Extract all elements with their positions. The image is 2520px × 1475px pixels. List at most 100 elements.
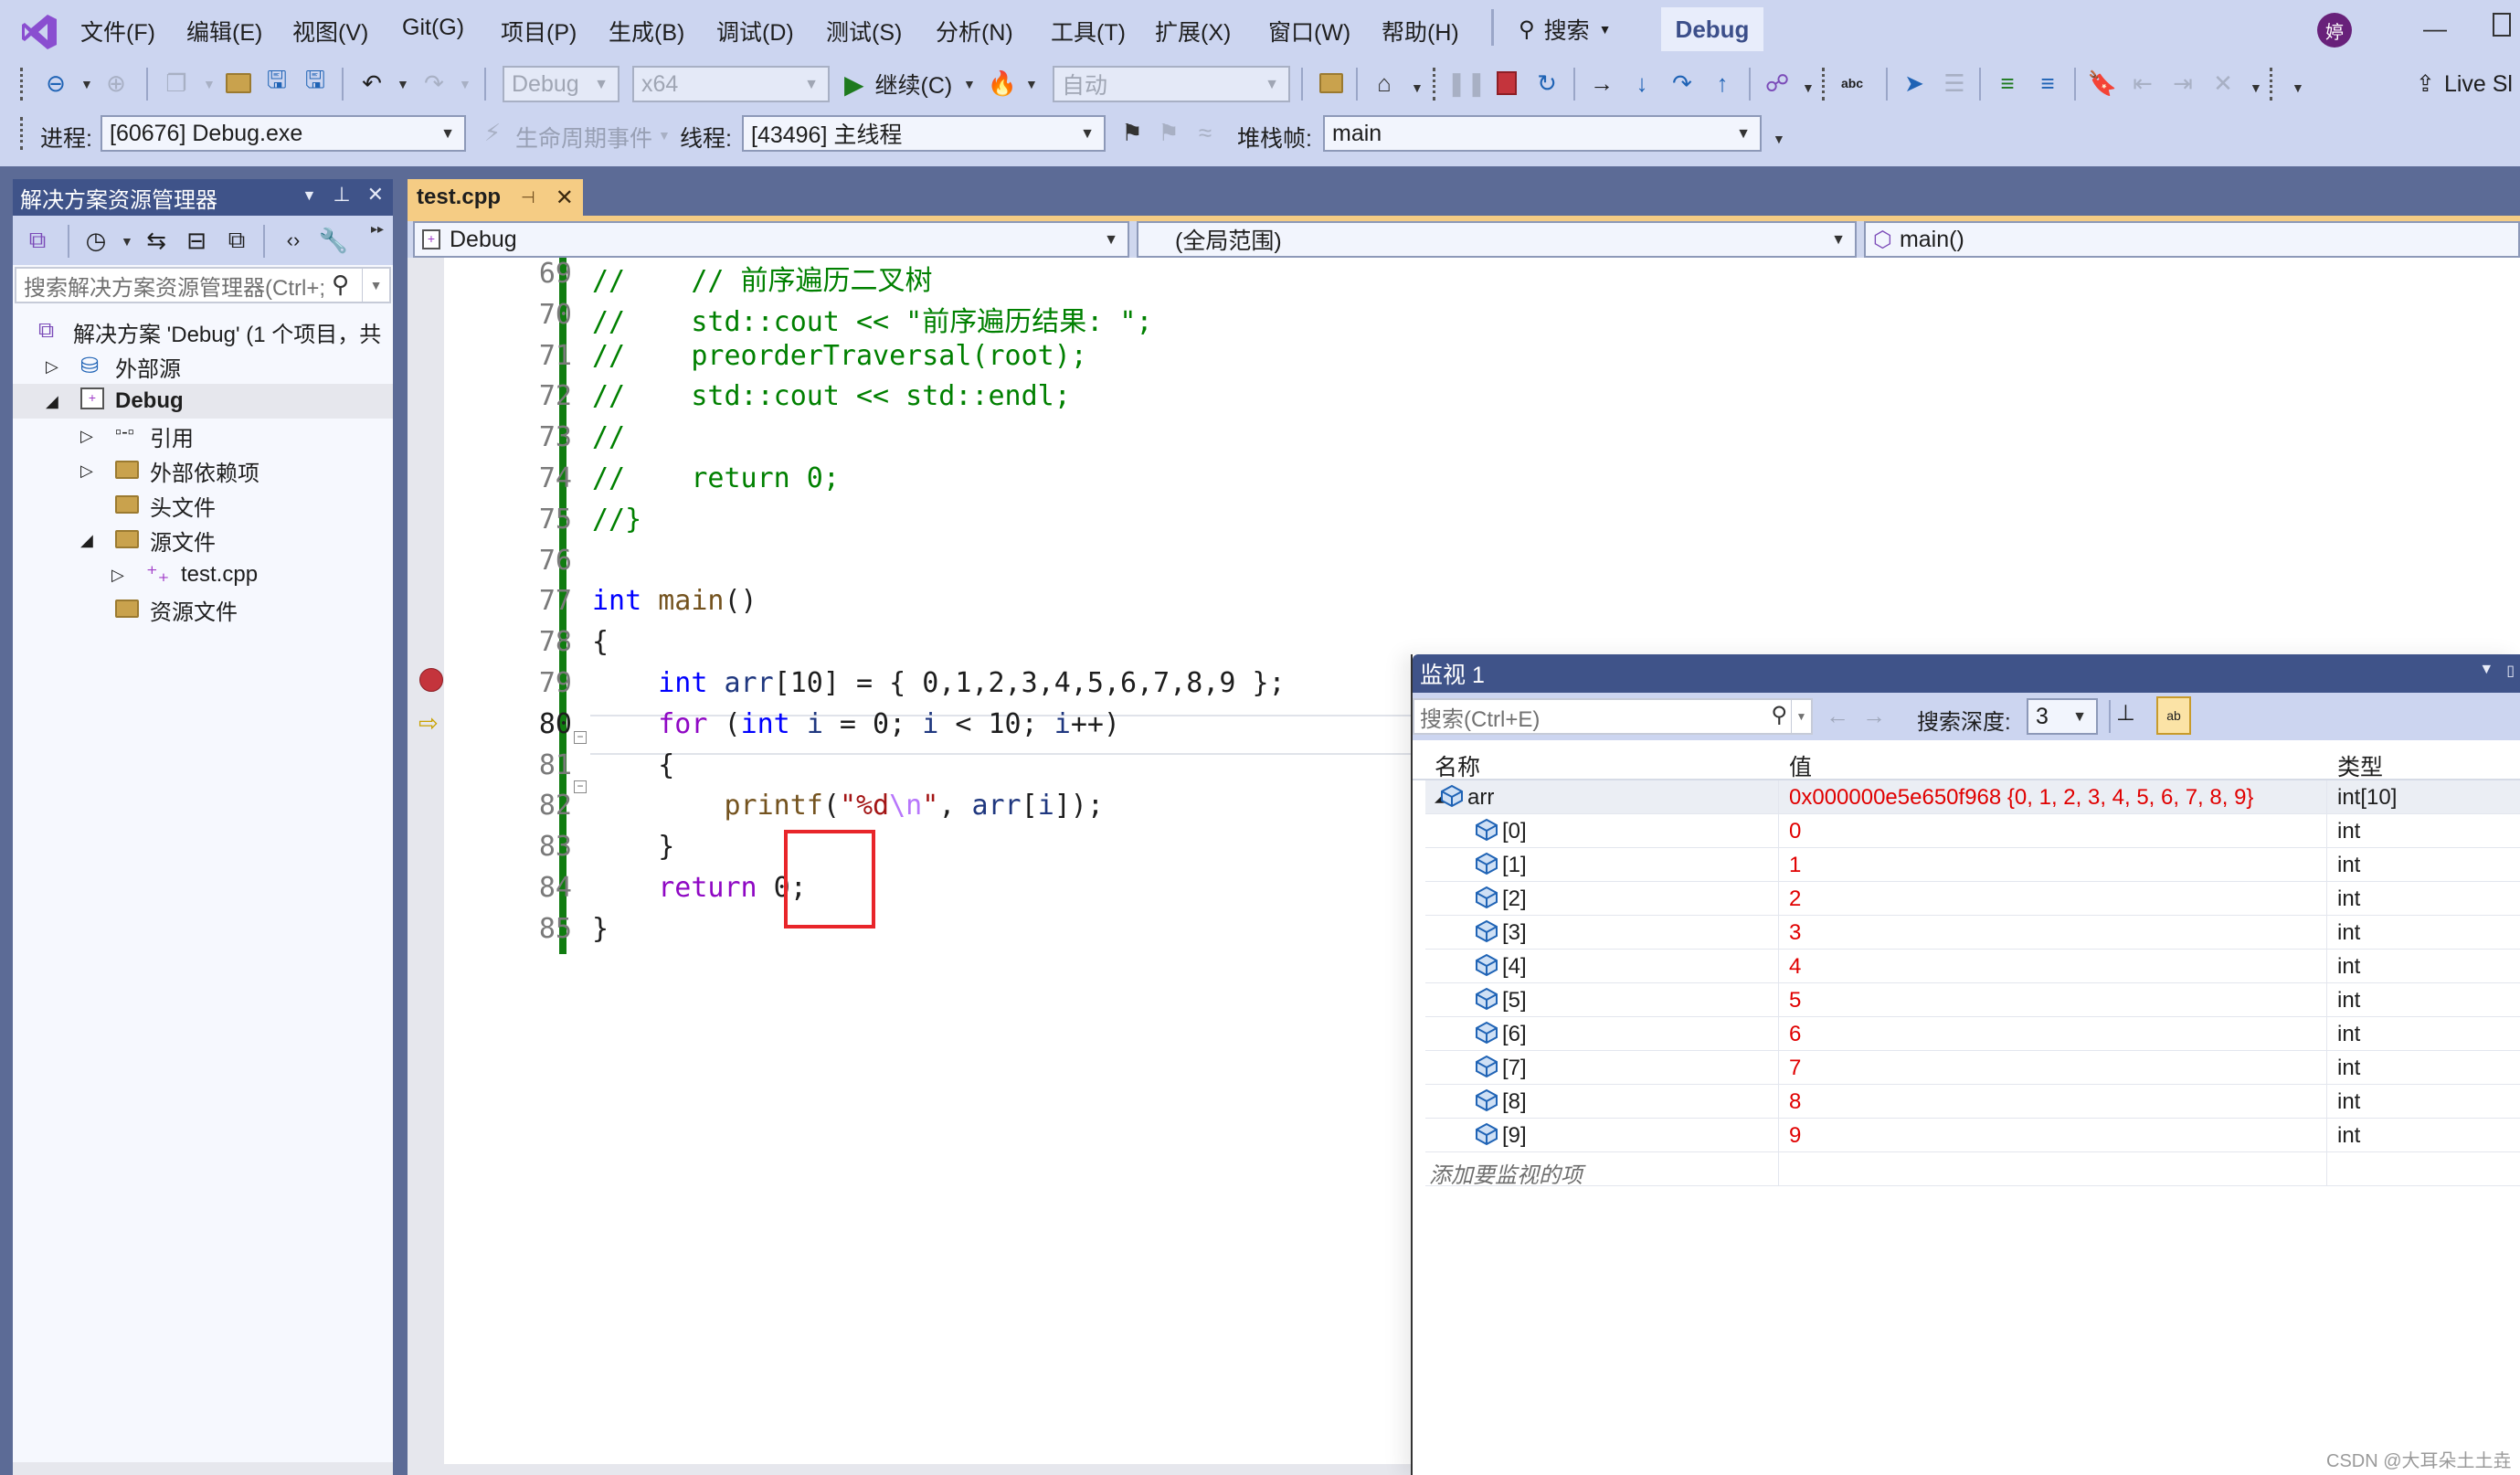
expand-arrow-icon[interactable]: ▷ bbox=[80, 462, 93, 481]
toolbar-grip[interactable] bbox=[1822, 68, 1826, 101]
watch-value[interactable]: 3 bbox=[1789, 920, 1801, 946]
previous-result-icon[interactable]: ← bbox=[1826, 702, 1862, 729]
show-all-files-icon[interactable]: ⧉ bbox=[221, 225, 252, 256]
column-header-type[interactable]: 类型 bbox=[2337, 749, 2383, 782]
toolbar-grip[interactable] bbox=[20, 117, 24, 150]
properties-wrench-icon[interactable]: 🔧 bbox=[318, 225, 349, 256]
chevron-down-icon[interactable]: ▼ bbox=[121, 234, 133, 249]
close-tab-icon[interactable]: ✕ bbox=[556, 185, 574, 211]
watch-row[interactable]: [8] 8 int bbox=[1425, 1085, 2520, 1119]
platform-select[interactable]: x64 ▼ bbox=[632, 66, 830, 102]
switch-views-icon[interactable]: ⧉ bbox=[22, 225, 53, 256]
collapse-arrow-icon[interactable]: ◢ bbox=[46, 392, 58, 411]
code-line[interactable]: for (int i = 0; i < 10; i++) bbox=[592, 708, 1120, 740]
flag-all-threads-icon[interactable]: ⚑ bbox=[1153, 117, 1184, 148]
watch-value[interactable]: 0x000000e5e650f968 {0, 1, 2, 3, 4, 5, 6,… bbox=[1789, 785, 2253, 811]
view-code-icon[interactable]: ‹› bbox=[278, 225, 309, 256]
step-into-icon[interactable]: ↓ bbox=[1626, 68, 1657, 99]
code-line[interactable]: int arr[10] = { 0,1,2,3,4,5,6,7,8,9 }; bbox=[592, 667, 1285, 699]
window-menu-icon[interactable]: ▼ bbox=[302, 183, 317, 207]
watch-row[interactable]: [4] 4 int bbox=[1425, 950, 2520, 983]
minimize-button[interactable]: — bbox=[2423, 15, 2447, 43]
flag-thread-icon[interactable]: ⚑ bbox=[1117, 117, 1148, 148]
watch-row[interactable]: [1] 1 int bbox=[1425, 848, 2520, 882]
window-menu-icon[interactable]: ▼ bbox=[2479, 662, 2494, 680]
chevron-down-icon[interactable]: ▼ bbox=[658, 128, 671, 143]
new-project-icon[interactable]: ❐ bbox=[161, 68, 192, 99]
watch-value[interactable]: 2 bbox=[1789, 886, 1801, 912]
tree-item[interactable]: ◢ + Debug bbox=[13, 384, 393, 419]
next-bookmark-icon[interactable]: ⇥ bbox=[2167, 68, 2198, 99]
previous-bookmark-icon[interactable]: ⇤ bbox=[2127, 68, 2158, 99]
chevron-down-icon[interactable]: ▼ bbox=[1025, 77, 1038, 91]
step-over-icon[interactable]: ↷ bbox=[1667, 68, 1698, 99]
pause-icon[interactable]: ❚❚ bbox=[1446, 68, 1487, 99]
execution-pointer-arrow-icon[interactable]: ⇨ bbox=[418, 709, 439, 738]
code-line[interactable]: } bbox=[592, 913, 609, 945]
show-threads-icon[interactable]: ⌂ bbox=[1369, 68, 1400, 99]
pending-changes-filter-icon[interactable]: ◷ bbox=[80, 225, 111, 256]
chevron-down-icon[interactable]: ▼ bbox=[1802, 80, 1815, 95]
menu-item[interactable]: 调试(D) bbox=[716, 15, 794, 48]
tree-item[interactable]: ◢ 源文件 bbox=[13, 523, 393, 557]
tab-test-cpp[interactable]: test.cpp ⊣ ✕ bbox=[408, 179, 583, 216]
breakpoint-margin[interactable] bbox=[408, 258, 444, 1475]
menu-item[interactable]: 项目(P) bbox=[501, 15, 577, 48]
code-line[interactable]: int main() bbox=[592, 585, 757, 617]
process-select[interactable]: [60676] Debug.exe ▼ bbox=[101, 115, 466, 152]
code-line[interactable]: // preorderTraversal(root); bbox=[592, 340, 1087, 372]
watch-row[interactable]: [6] 6 int bbox=[1425, 1017, 2520, 1051]
code-line[interactable]: { bbox=[592, 749, 674, 781]
menu-item[interactable]: 帮助(H) bbox=[1382, 15, 1459, 48]
fold-toggle-main[interactable]: − bbox=[574, 780, 587, 793]
code-line[interactable]: // return 0; bbox=[592, 462, 840, 494]
toolbar-overflow-icon[interactable]: ▼ bbox=[1773, 132, 1785, 146]
menu-item[interactable]: 窗口(W) bbox=[1268, 15, 1350, 48]
code-line[interactable]: //} bbox=[592, 504, 641, 536]
toolbar-overflow-icon[interactable]: ▼ bbox=[2292, 80, 2304, 95]
clear-bookmarks-icon[interactable]: ✕ bbox=[2208, 68, 2239, 99]
expand-arrow-icon[interactable]: ▷ bbox=[46, 357, 58, 377]
watch-value[interactable]: 1 bbox=[1789, 853, 1801, 878]
chevron-down-icon[interactable]: ▼ bbox=[397, 77, 409, 91]
save-icon[interactable]: 🖫 bbox=[261, 66, 292, 99]
breakpoints-icon[interactable]: ☍ bbox=[1762, 68, 1793, 99]
code-line[interactable]: // // 前序遍历二叉树 bbox=[592, 258, 933, 298]
expand-arrow-icon[interactable]: ▷ bbox=[111, 566, 124, 585]
pin-icon[interactable]: ⊥ bbox=[333, 183, 350, 207]
chevron-down-icon[interactable]: ▼ bbox=[1411, 80, 1424, 95]
collapse-all-icon[interactable]: ⊟ bbox=[181, 225, 212, 256]
stop-icon[interactable] bbox=[1491, 68, 1522, 99]
watch-row[interactable]: [2] 2 int bbox=[1425, 882, 2520, 916]
show-next-statement-icon[interactable]: → bbox=[1586, 68, 1617, 99]
debug-target-select[interactable]: 自动 ▼ bbox=[1053, 66, 1290, 102]
watch-row[interactable]: [3] 3 int bbox=[1425, 916, 2520, 950]
watch-value[interactable]: 6 bbox=[1789, 1022, 1801, 1047]
search-depth-select[interactable]: 3 ▼ bbox=[2027, 698, 2098, 735]
expand-arrow-icon[interactable]: ▷ bbox=[80, 427, 93, 446]
member-dropdown[interactable]: ⬡ main() bbox=[1864, 221, 2520, 258]
column-header-name[interactable]: 名称 bbox=[1435, 749, 1480, 782]
select-cursor-icon[interactable]: ➤ bbox=[1899, 68, 1930, 99]
chevron-down-icon[interactable]: ▼ bbox=[80, 77, 93, 91]
menu-item[interactable]: 文件(F) bbox=[80, 15, 155, 48]
watch-row[interactable]: [7] 7 int bbox=[1425, 1051, 2520, 1085]
code-line[interactable]: // bbox=[592, 421, 625, 453]
lifecycle-events-icon[interactable]: ⚡ bbox=[477, 117, 508, 148]
add-watch-placeholder[interactable]: 添加要监视的项 bbox=[1429, 1157, 1583, 1189]
watch-row[interactable]: [5] 5 int bbox=[1425, 983, 2520, 1017]
hot-reload-icon[interactable]: 🔥 bbox=[987, 68, 1018, 99]
sync-with-active-document-icon[interactable]: ⇆ bbox=[141, 225, 172, 256]
undo-icon[interactable]: ↶ bbox=[356, 68, 387, 99]
horizontal-scrollbar[interactable] bbox=[13, 1462, 393, 1475]
save-all-icon[interactable]: 🖫 bbox=[300, 66, 331, 99]
watch-row[interactable]: [9] 9 int bbox=[1425, 1119, 2520, 1152]
bookmark-icon[interactable]: 🔖 bbox=[2087, 68, 2118, 99]
restart-icon[interactable]: ↻ bbox=[1531, 68, 1562, 99]
tree-item[interactable]: 头文件 bbox=[13, 488, 393, 523]
watch-value[interactable]: 5 bbox=[1789, 988, 1801, 1013]
solution-name-badge[interactable]: Debug bbox=[1661, 7, 1763, 51]
thread-select[interactable]: [43496] 主线程 ▼ bbox=[742, 115, 1106, 152]
comment-lines-icon[interactable]: ≡ bbox=[1992, 68, 2023, 99]
code-line[interactable]: { bbox=[592, 626, 609, 658]
